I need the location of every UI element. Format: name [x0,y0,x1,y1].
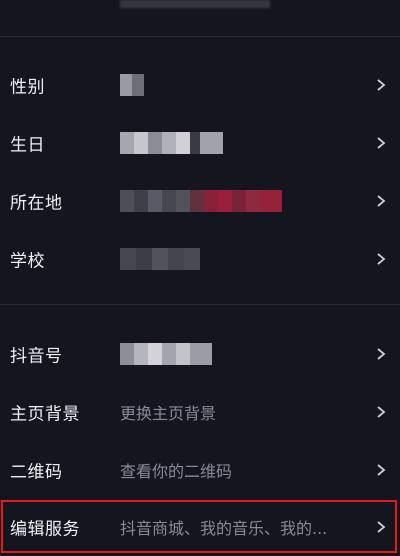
row-value-qr-code: 查看你的二维码 [120,462,233,481]
row-value-edit-services: 抖音商城、我的音乐、我的... [120,519,328,538]
blurred-value-douyin-id [120,343,212,365]
row-label-edit-services: 编辑服务 [10,519,80,540]
row-label-location: 所在地 [10,193,63,214]
row-label-douyin-id: 抖音号 [10,346,63,367]
blurred-value-location [120,190,282,212]
profile-row-douyin-id[interactable]: 抖音号 [0,325,400,383]
previous-row-fragment [0,0,400,36]
row-label-birthday: 生日 [10,135,45,156]
blurred-value-school [120,248,200,270]
chevron-right-icon [377,79,386,91]
profile-row-birthday[interactable]: 生日 [0,114,400,172]
profile-row-homepage-background[interactable]: 主页背景 更换主页背景 [0,383,400,441]
chevron-right-icon [377,464,386,476]
section-divider [0,36,400,37]
chevron-right-icon [377,137,386,149]
blurred-value [120,0,270,8]
profile-row-qr-code[interactable]: 二维码 查看你的二维码 [0,441,400,499]
section-divider [0,304,400,305]
chevron-right-icon [377,521,386,533]
chevron-right-icon [377,253,386,265]
chevron-right-icon [377,195,386,207]
row-value-homepage-background: 更换主页背景 [120,404,217,423]
profile-row-gender[interactable]: 性别 [0,56,400,114]
chevron-right-icon [377,348,386,360]
blurred-value-gender [120,74,144,96]
chevron-right-icon [377,406,386,418]
profile-row-school[interactable]: 学校 [0,230,400,288]
blurred-value-birthday [120,132,223,154]
row-label-gender: 性别 [10,77,45,98]
row-label-homepage-background: 主页背景 [10,404,80,425]
row-label-qr-code: 二维码 [10,462,63,483]
profile-row-location[interactable]: 所在地 [0,172,400,230]
row-label-school: 学校 [10,251,45,272]
profile-row-edit-services[interactable]: 编辑服务 抖音商城、我的音乐、我的... [0,498,400,556]
